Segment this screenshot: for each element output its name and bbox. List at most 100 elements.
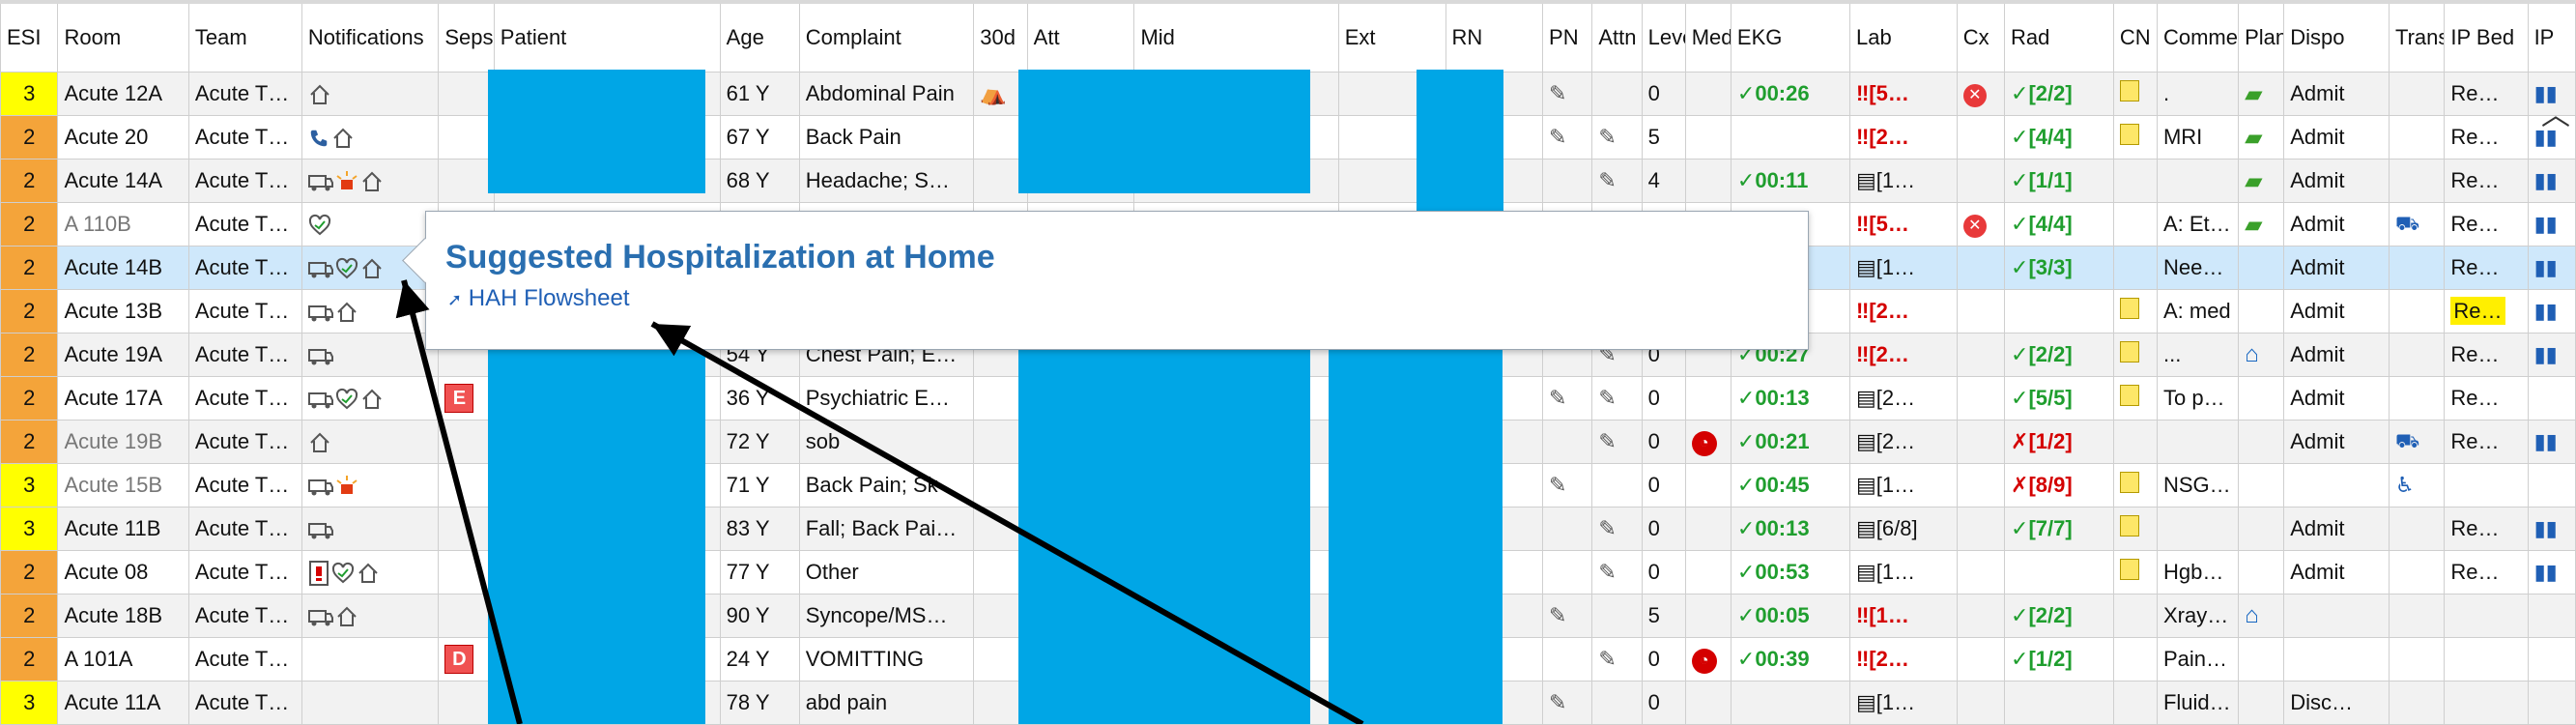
rad-cell[interactable]: ✓[3/3] [2004,246,2114,290]
pencil-icon[interactable]: ✎ [1549,603,1566,627]
rad-cell[interactable] [2004,289,2114,334]
pn-cell[interactable]: ✎ [1542,594,1593,638]
room-cell[interactable]: A 101A [57,637,189,682]
ip-bed-cell[interactable]: Re… [2444,550,2529,594]
transport-cell[interactable]: ♿ [2388,463,2446,508]
col-header-seps[interactable]: Seps [438,0,495,72]
med-cell[interactable] [1684,159,1732,203]
team-cell[interactable]: Acute T… [187,681,302,725]
col-header-notifications[interactable]: Notifications [301,0,440,72]
plan-cell[interactable]: ▰ [2238,159,2285,203]
plan-cell[interactable] [2238,550,2285,594]
ip-cell[interactable] [2527,637,2576,682]
med-cell[interactable] [1684,681,1732,725]
level-cell[interactable]: 0 [1641,507,1686,551]
pencil-icon[interactable]: ✎ [1598,386,1616,410]
room-cell[interactable]: Acute 20 [57,115,189,160]
lab-cell[interactable]: ▤[6/8] [1849,507,1958,551]
level-cell[interactable]: 0 [1641,637,1686,682]
ip-icon[interactable]: ▮▮ [2534,429,2558,453]
clock-alert-icon[interactable]: ◔ [1691,648,1717,674]
esi-cell[interactable]: 3 [0,463,59,508]
col-header-esi[interactable]: ESI [0,0,59,72]
ekg-cell[interactable]: ✓00:13 [1730,507,1851,551]
ekg-cell[interactable]: ✓00:21 [1730,420,1851,464]
comments-cell[interactable]: Hgb… [2156,550,2240,594]
esi-cell[interactable]: 3 [0,681,59,725]
wheelchair-icon[interactable]: ♿ [2395,473,2415,497]
comments-cell[interactable]: Pain… [2156,637,2240,682]
room-cell[interactable]: Acute 15B [57,463,189,508]
age-cell[interactable]: 78 Y [719,681,800,725]
attn-cell[interactable]: ✎ [1591,159,1643,203]
col-header-patient[interactable]: Patient [493,0,721,72]
cx-cell[interactable] [1956,594,2006,638]
ip-icon[interactable]: ▮▮ [2534,299,2558,323]
level-cell[interactable]: 0 [1641,72,1686,116]
notifications-cell[interactable] [301,202,440,246]
col-header-30d[interactable]: 30d [973,0,1028,72]
col-header-cn[interactable]: CN [2112,0,2158,72]
ip-cell[interactable] [2527,463,2576,508]
attn-cell[interactable]: ✎ [1591,376,1643,420]
plan-cell[interactable] [2238,507,2285,551]
complaint-cell[interactable]: Other [798,550,975,594]
plan-cell[interactable]: ▰ [2238,202,2285,246]
ip-bed-cell[interactable]: Re… [2444,72,2529,116]
team-cell[interactable]: Acute T… [187,246,302,290]
cn-cell[interactable] [2112,550,2158,594]
comments-cell[interactable] [2156,420,2240,464]
dispo-cell[interactable] [2283,637,2390,682]
sepsis-flag[interactable]: D [444,645,474,674]
cn-cell[interactable] [2112,594,2158,638]
pencil-icon[interactable]: ✎ [1549,125,1566,149]
notifications-cell[interactable] [301,115,440,160]
col-header-mid[interactable]: Mid [1133,0,1339,72]
attn-cell[interactable] [1591,463,1643,508]
col-header-transport[interactable]: Transport [2388,0,2446,72]
team-cell[interactable]: Acute T… [187,115,302,160]
esi-cell[interactable]: 2 [0,637,59,682]
ip-icon[interactable]: ▮▮ [2534,168,2558,192]
comments-cell[interactable] [2156,159,2240,203]
bed-icon[interactable]: ▰ [2245,125,2262,151]
cx-cell[interactable] [1956,637,2006,682]
team-cell[interactable]: Acute T… [187,507,302,551]
col-header-attn[interactable]: Attn [1591,0,1643,72]
ekg-cell[interactable]: ✓00:39 [1730,637,1851,682]
esi-cell[interactable]: 2 [0,289,59,334]
level-cell[interactable]: 5 [1641,115,1686,160]
rad-cell[interactable]: ✓[2/2] [2004,333,2114,377]
ip-cell[interactable]: ▮▮ [2527,289,2576,334]
notifications-cell[interactable] [301,550,440,594]
ip-cell[interactable]: ▮▮ [2527,333,2576,377]
ip-cell[interactable]: ▮▮ [2527,202,2576,246]
transport-cell[interactable] [2388,115,2446,160]
rad-cell[interactable]: ✓[4/4] [2004,202,2114,246]
team-cell[interactable]: Acute T… [187,159,302,203]
col-header-rad[interactable]: Rad [2004,0,2114,72]
pn-cell[interactable] [1542,159,1593,203]
esi-cell[interactable]: 2 [0,376,59,420]
age-cell[interactable]: 67 Y [719,115,800,160]
cn-cell[interactable] [2112,420,2158,464]
transport-cell[interactable] [2388,594,2446,638]
esi-cell[interactable]: 2 [0,115,59,160]
rad-cell[interactable]: ✓[1/2] [2004,637,2114,682]
room-cell[interactable]: Acute 19B [57,420,189,464]
complaint-cell[interactable]: Headache; S… [798,159,975,203]
ekg-cell[interactable]: ✓00:11 [1730,159,1851,203]
note-icon[interactable] [2119,298,2139,319]
complaint-cell[interactable]: abd pain [798,681,975,725]
plan-cell[interactable]: ▰ [2238,115,2285,160]
pencil-icon[interactable]: ✎ [1598,429,1616,453]
sepsis-cell[interactable] [438,420,495,464]
room-cell[interactable]: Acute 08 [57,550,189,594]
transport-cell[interactable]: ⛟ [2388,420,2446,464]
dispo-cell[interactable]: Admit [2283,376,2390,420]
plan-cell[interactable] [2238,376,2285,420]
note-icon[interactable] [2119,472,2139,493]
col-header-rn[interactable]: RN [1445,0,1544,72]
cx-cell[interactable] [1956,376,2006,420]
attn-cell[interactable] [1591,594,1643,638]
